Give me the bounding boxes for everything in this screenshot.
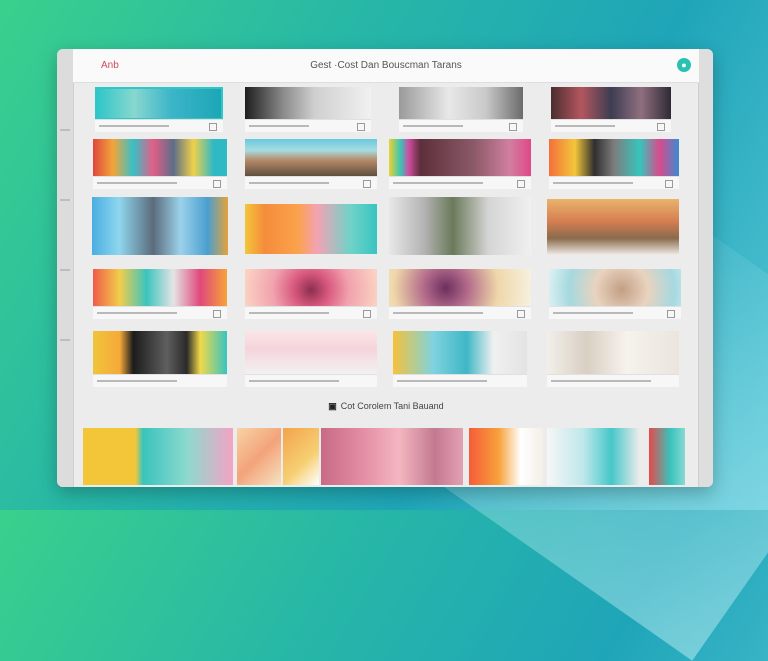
app-window: Anb Gest ·Cost Dan Bouscman Tarans ● ▣ C… xyxy=(57,49,713,487)
image-thumbnail[interactable] xyxy=(389,269,531,319)
image-thumbnail[interactable] xyxy=(399,87,523,132)
strip-thumbnail[interactable] xyxy=(83,428,233,485)
image-thumbnail[interactable] xyxy=(92,197,228,255)
image-thumbnail[interactable] xyxy=(95,87,223,132)
image-thumbnail[interactable] xyxy=(547,199,679,255)
image-thumbnail[interactable] xyxy=(245,204,377,254)
image-thumbnail[interactable] xyxy=(93,331,227,387)
gallery-section-text: Cot Corolem Tani Bauand xyxy=(340,401,444,411)
titlebar: Anb Gest ·Cost Dan Bouscman Tarans ● xyxy=(73,49,699,83)
image-thumbnail[interactable] xyxy=(551,87,671,132)
image-thumbnail[interactable] xyxy=(547,331,679,387)
image-thumbnail[interactable] xyxy=(549,269,681,319)
user-avatar-icon[interactable]: ● xyxy=(677,58,691,72)
strip-thumbnail[interactable] xyxy=(469,428,543,485)
scrollbar[interactable] xyxy=(698,49,713,487)
strip-thumbnail[interactable] xyxy=(237,428,281,485)
window-title: Gest ·Cost Dan Bouscman Tarans xyxy=(310,60,462,71)
strip-thumbnail[interactable] xyxy=(649,428,685,485)
image-thumbnail[interactable] xyxy=(93,139,227,189)
image-thumbnail[interactable] xyxy=(245,87,371,132)
gallery-icon: ▣ xyxy=(328,401,337,411)
image-thumbnail[interactable] xyxy=(389,197,531,255)
image-thumbnail[interactable] xyxy=(389,139,531,189)
strip-thumbnail[interactable] xyxy=(547,428,639,485)
image-thumbnail[interactable] xyxy=(549,139,679,189)
strip-thumbnail[interactable] xyxy=(283,428,319,485)
image-thumbnail[interactable] xyxy=(245,331,377,387)
image-thumbnail[interactable] xyxy=(245,139,377,189)
image-thumbnail[interactable] xyxy=(393,331,527,387)
strip-thumbnail[interactable] xyxy=(321,428,463,485)
left-rail xyxy=(57,49,74,487)
image-thumbnail[interactable] xyxy=(245,269,377,319)
gallery-section-label: ▣ Cot Corolem Tani Bauand xyxy=(73,401,699,412)
image-thumbnail[interactable] xyxy=(93,269,227,319)
